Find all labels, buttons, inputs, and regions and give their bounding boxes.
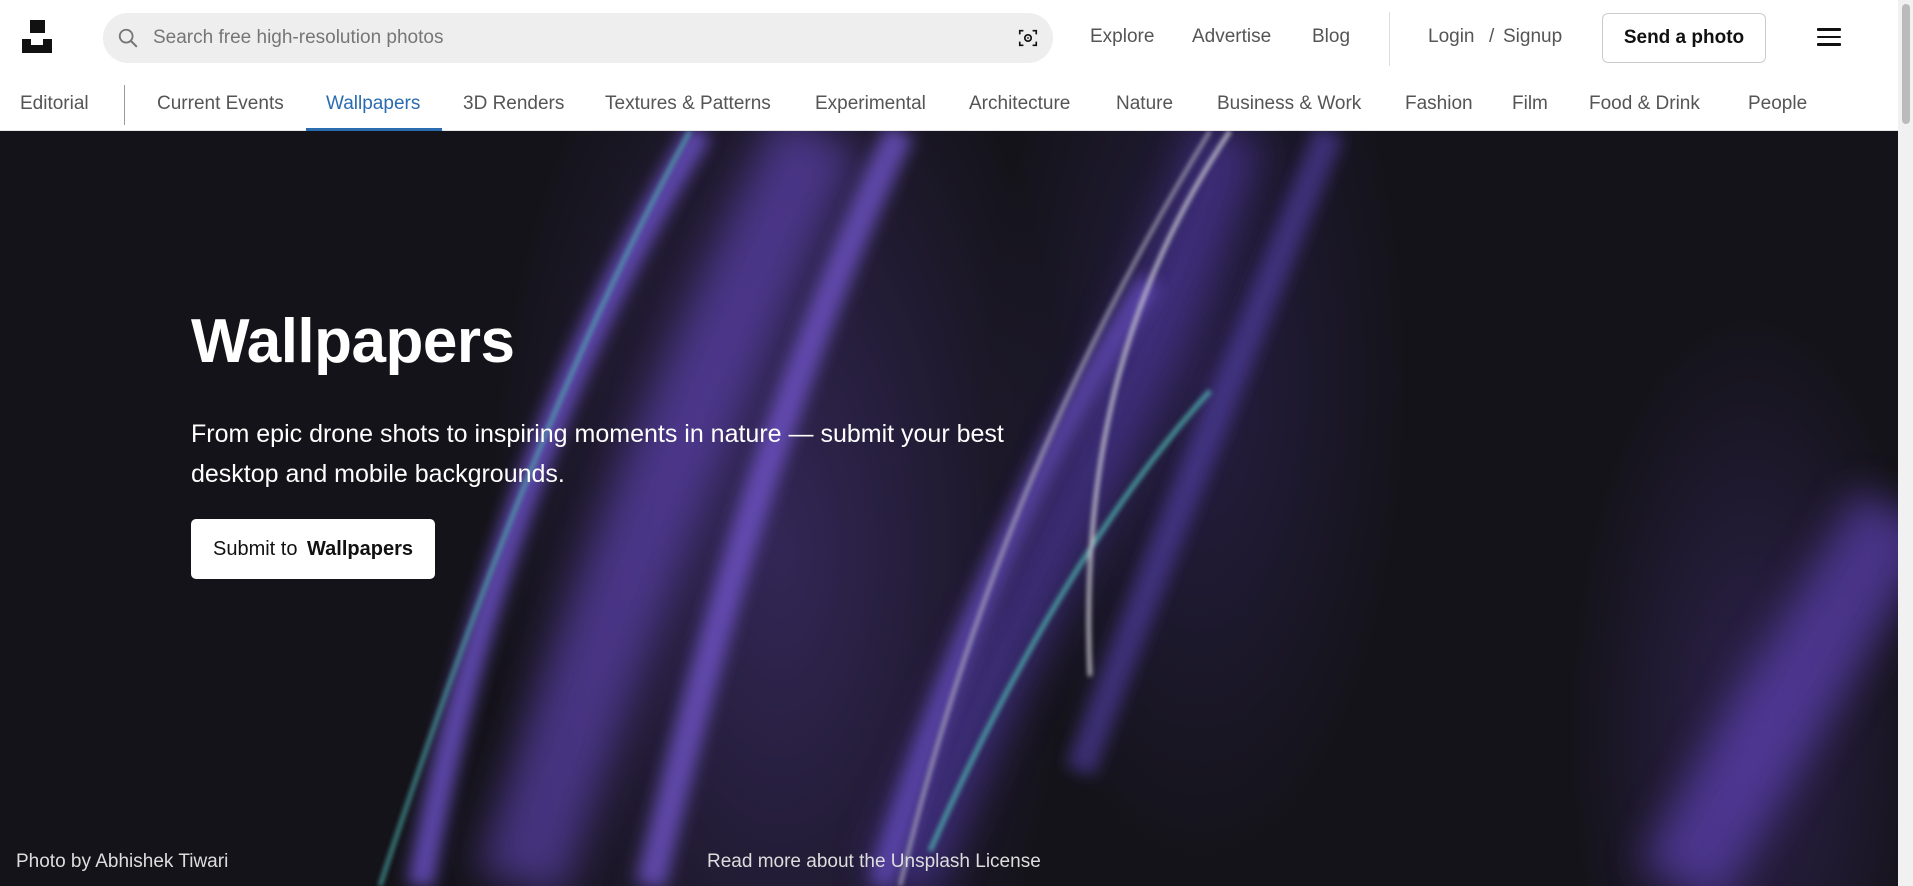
- page-scrollbar[interactable]: [1898, 0, 1913, 886]
- auth-separator: /: [1489, 26, 1495, 47]
- hero-background-photo: [378, 131, 1898, 886]
- hero-subtitle: From epic drone shots to inspiring momen…: [191, 414, 1051, 494]
- credit-prefix: Photo by: [16, 851, 91, 872]
- submit-to-topic-button[interactable]: Submit to Wallpapers: [191, 519, 435, 579]
- tab-fashion[interactable]: Fashion: [1405, 93, 1473, 115]
- tab-divider: [124, 85, 125, 125]
- hero-subtitle-line-2: desktop and mobile backgrounds.: [191, 460, 565, 488]
- license-link[interactable]: Read more about the Unsplash License: [707, 851, 1041, 873]
- hamburger-menu-icon[interactable]: [1817, 28, 1841, 48]
- send-photo-button[interactable]: Send a photo: [1602, 13, 1766, 63]
- search-icon[interactable]: [117, 27, 139, 49]
- nav-blog-link[interactable]: Blog: [1312, 26, 1350, 48]
- tab-editorial[interactable]: Editorial: [20, 93, 89, 115]
- tab-textures-patterns[interactable]: Textures & Patterns: [605, 93, 771, 115]
- top-header: Explore Advertise Blog Login / Signup Se…: [0, 0, 1898, 77]
- tab-3d-renders[interactable]: 3D Renders: [463, 93, 564, 115]
- signup-link[interactable]: Signup: [1503, 26, 1562, 48]
- unsplash-logo-icon[interactable]: [22, 20, 52, 53]
- submit-prefix: Submit to: [212, 537, 298, 560]
- tab-experimental[interactable]: Experimental: [815, 93, 926, 115]
- tab-food-drink[interactable]: Food & Drink: [1589, 93, 1700, 115]
- search-input[interactable]: [153, 13, 983, 63]
- tab-nature[interactable]: Nature: [1116, 93, 1173, 115]
- hero-subtitle-line-1: From epic drone shots to inspiring momen…: [191, 420, 1004, 448]
- tab-business-work[interactable]: Business & Work: [1217, 93, 1361, 115]
- scrollbar-thumb[interactable]: [1902, 4, 1910, 124]
- search-bar: [103, 13, 1053, 63]
- submit-topic-name: Wallpapers: [307, 537, 413, 560]
- header-divider: [1389, 12, 1390, 66]
- nav-advertise-link[interactable]: Advertise: [1192, 26, 1271, 48]
- visual-search-icon[interactable]: [1017, 27, 1039, 49]
- photo-credit: Photo by Abhishek Tiwari: [16, 851, 228, 873]
- nav-explore-link[interactable]: Explore: [1090, 26, 1154, 48]
- topic-tabs: Editorial Current Events Wallpapers 3D R…: [0, 77, 1898, 131]
- tab-people[interactable]: People: [1748, 93, 1807, 115]
- tab-current-events[interactable]: Current Events: [157, 93, 284, 115]
- tab-wallpapers[interactable]: Wallpapers: [326, 93, 420, 115]
- tab-film[interactable]: Film: [1512, 93, 1548, 115]
- page-title: Wallpapers: [191, 307, 515, 376]
- tab-architecture[interactable]: Architecture: [969, 93, 1070, 115]
- hero-banner: Wallpapers From epic drone shots to insp…: [0, 131, 1898, 886]
- login-link[interactable]: Login: [1428, 26, 1475, 48]
- photographer-link[interactable]: Abhishek Tiwari: [95, 851, 228, 872]
